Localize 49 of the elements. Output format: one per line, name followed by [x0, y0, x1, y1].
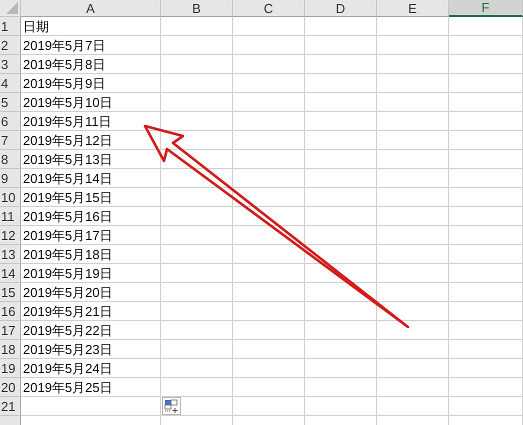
table-cell-text: 2019年5月14日: [22, 170, 114, 188]
column-header[interactable]: F: [449, 0, 523, 17]
table-cell-text: 2019年5月8日: [22, 56, 106, 74]
column-header[interactable]: E: [377, 0, 449, 17]
row-header[interactable]: 9: [0, 169, 21, 188]
table-cell-text: 2019年5月21日: [22, 302, 114, 320]
row-header[interactable]: 15: [0, 283, 21, 302]
column-header[interactable]: B: [161, 0, 233, 17]
row-header[interactable]: 4: [0, 74, 21, 93]
row-header[interactable]: 10: [0, 188, 21, 207]
table-cell-text: 日期: [22, 18, 50, 36]
row-header[interactable]: 2: [0, 36, 21, 55]
row-header[interactable]: 13: [0, 245, 21, 264]
row-header[interactable]: 12: [0, 226, 21, 245]
table-cell-text: 2019年5月16日: [22, 208, 114, 226]
column-header[interactable]: C: [233, 0, 305, 17]
row-header[interactable]: 21: [0, 397, 21, 416]
table-cell-text: 2019年5月9日: [22, 74, 106, 92]
row-header[interactable]: 14: [0, 264, 21, 283]
table-cell-text: 2019年5月20日: [22, 284, 114, 302]
row-header[interactable]: 20: [0, 378, 21, 397]
row-header[interactable]: 11: [0, 207, 21, 226]
table-cell-text: 2019年5月23日: [22, 340, 114, 358]
column-header[interactable]: D: [305, 0, 377, 17]
row-header[interactable]: 8: [0, 150, 21, 169]
table-cell-text: 2019年5月17日: [22, 226, 114, 244]
table-cell-text: 2019年5月25日: [22, 378, 114, 396]
table-cell-text: 2019年5月24日: [22, 360, 114, 378]
paste-options-icon[interactable]: [162, 397, 181, 415]
row-header[interactable]: 16: [0, 302, 21, 321]
row-header[interactable]: 5: [0, 93, 21, 112]
row-header[interactable]: 18: [0, 340, 21, 359]
table-cell-text: 2019年5月19日: [22, 264, 114, 282]
column-header[interactable]: A: [21, 0, 161, 17]
table-cell-text: 2019年5月18日: [22, 246, 114, 264]
table-cell-text: 2019年5月7日: [22, 36, 106, 54]
row-header[interactable]: 6: [0, 112, 21, 131]
table-cell-text: 2019年5月10日: [22, 94, 114, 112]
row-header[interactable]: 1: [0, 17, 21, 36]
row-header[interactable]: 19: [0, 359, 21, 378]
table-cell-text: 2019年5月12日: [22, 132, 114, 150]
row-header[interactable]: 17: [0, 321, 21, 340]
select-all-icon[interactable]: [6, 2, 18, 14]
row-header[interactable]: 3: [0, 55, 21, 74]
table-cell-text: 2019年5月22日: [22, 322, 114, 340]
table-cell-text: 2019年5月11日: [22, 112, 113, 130]
row-header[interactable]: 7: [0, 131, 21, 150]
table-cell-text: 2019年5月13日: [22, 150, 114, 168]
table-cell-text: 2019年5月15日: [22, 188, 114, 206]
